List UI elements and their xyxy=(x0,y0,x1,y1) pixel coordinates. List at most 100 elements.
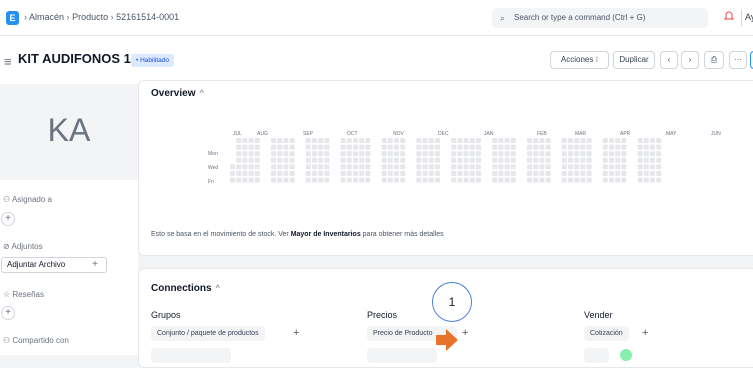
month-label: FEB xyxy=(537,131,547,137)
list-item[interactable] xyxy=(367,348,437,363)
duplicate-button[interactable]: Duplicar xyxy=(613,51,655,69)
bell-icon[interactable] xyxy=(724,10,734,22)
heatmap-cell xyxy=(621,144,627,150)
heatmap-cell xyxy=(230,164,235,170)
heatmap-cell xyxy=(510,144,516,150)
heatmap-cell xyxy=(428,157,434,163)
actions-button[interactable]: Acciones ⁝ xyxy=(550,51,609,69)
heatmap-cell xyxy=(561,171,567,176)
next-record-button[interactable]: › xyxy=(681,51,699,69)
heatmap-cell xyxy=(545,138,551,143)
assigned-to-label: ⚇ Asignado a xyxy=(3,195,52,204)
list-item[interactable] xyxy=(151,348,231,363)
heatmap-cell xyxy=(545,164,551,170)
users-icon: ⚇ xyxy=(3,336,11,345)
chevron-right-icon: › xyxy=(24,12,27,22)
heatmap-cell xyxy=(656,144,662,150)
heatmap-cell xyxy=(609,144,614,150)
heatmap-cell xyxy=(539,144,545,150)
heatmap-cell xyxy=(318,138,324,143)
search-input[interactable]: ⌕ Search or type a command (Ctrl + G) xyxy=(492,8,708,28)
heatmap-cell xyxy=(242,171,248,176)
heatmap-cell xyxy=(346,171,352,176)
stock-ledger-link[interactable]: Mayor de Inventarios xyxy=(291,231,361,238)
heatmap-cell xyxy=(340,151,346,157)
more-options-icon[interactable]: ··· xyxy=(729,51,747,69)
heatmap-cell xyxy=(242,138,248,143)
heatmap-cell xyxy=(346,177,352,183)
heatmap-cell xyxy=(387,177,393,183)
add-quotation-button[interactable]: + xyxy=(642,327,648,339)
heatmap-cell xyxy=(394,157,399,163)
heatmap-cell xyxy=(365,151,371,157)
heatmap-cell xyxy=(476,171,481,176)
heatmap-cell xyxy=(435,151,440,157)
heatmap-cell xyxy=(527,138,532,143)
print-icon[interactable]: ⎙ xyxy=(704,51,724,69)
heatmap-cell xyxy=(504,177,510,183)
heatmap-cell xyxy=(609,171,614,176)
add-assignee-button[interactable]: + xyxy=(1,212,15,226)
heatmap-cell xyxy=(469,164,475,170)
heatmap-cell xyxy=(568,144,573,150)
help-menu[interactable]: Ayuda xyxy=(745,12,753,22)
heatmap-cell xyxy=(615,151,621,157)
breadcrumb-almacen[interactable]: Almacén xyxy=(29,12,64,22)
heatmap-cell xyxy=(394,171,399,176)
heatmap-cell xyxy=(574,177,580,183)
heatmap-cell xyxy=(568,151,573,157)
heatmap-cell xyxy=(586,151,592,157)
month-label: JUN xyxy=(711,131,721,137)
overview-title[interactable]: Overview ^ xyxy=(151,88,204,99)
heatmap-cell xyxy=(602,164,608,170)
paperclip-icon: ⊘ xyxy=(3,242,10,251)
heatmap-cell xyxy=(254,144,260,150)
heatmap-cell xyxy=(312,144,317,150)
heatmap-cell xyxy=(254,157,260,163)
breadcrumb-item-code[interactable]: 52161514-0001 xyxy=(116,12,179,22)
day-label: Mon xyxy=(208,151,218,157)
month-label: NOV xyxy=(393,131,404,137)
search-placeholder: Search or type a command (Ctrl + G) xyxy=(514,13,646,22)
heatmap-cell xyxy=(561,157,567,163)
reviews-label: ☆ Reseñas xyxy=(3,290,44,299)
heatmap-cell xyxy=(324,177,330,183)
heatmap-cell xyxy=(416,177,422,183)
heatmap-cell xyxy=(353,151,358,157)
heatmap-cell xyxy=(242,177,248,183)
heatmap-cell xyxy=(422,157,428,163)
heatmap-cell xyxy=(476,177,481,183)
heatmap-cell xyxy=(492,157,498,163)
add-item-price-button[interactable]: + xyxy=(462,327,468,339)
heatmap-cell xyxy=(312,138,317,143)
heatmap-cell xyxy=(656,164,662,170)
heatmap-cell xyxy=(602,138,608,143)
attach-file-button[interactable]: Adjuntar Archivo + xyxy=(1,257,107,273)
heatmap-cell xyxy=(650,144,655,150)
heatmap-cell xyxy=(248,171,254,176)
heatmap-cell xyxy=(387,144,393,150)
heatmap-cell xyxy=(602,151,608,157)
heatmap-cell xyxy=(539,138,545,143)
heatmap-cell xyxy=(318,164,324,170)
heatmap-cell xyxy=(656,138,662,143)
heatmap-cell xyxy=(381,171,387,176)
quotation-link[interactable]: Cotización xyxy=(584,326,629,341)
heatmap-cell xyxy=(248,151,254,157)
heatmap-cell xyxy=(609,151,614,157)
previous-record-button[interactable]: ‹ xyxy=(660,51,678,69)
sidebar-toggle-icon[interactable]: ≡ xyxy=(4,54,12,69)
product-bundle-link[interactable]: Conjunto / paquete de productos xyxy=(151,326,265,341)
breadcrumb-producto[interactable]: Producto xyxy=(72,12,108,22)
heatmap-cell xyxy=(643,164,649,170)
avatar[interactable]: KA xyxy=(0,84,138,180)
list-item[interactable] xyxy=(584,348,609,363)
heatmap-cell xyxy=(277,151,283,157)
heatmap-cell xyxy=(469,171,475,176)
connections-title[interactable]: Connections ^ xyxy=(151,283,220,294)
add-review-button[interactable]: + xyxy=(1,306,15,320)
add-product-bundle-button[interactable]: + xyxy=(293,327,299,339)
star-icon: ☆ xyxy=(3,290,11,299)
heatmap-cell xyxy=(422,171,428,176)
app-logo-icon[interactable]: E xyxy=(6,11,19,25)
